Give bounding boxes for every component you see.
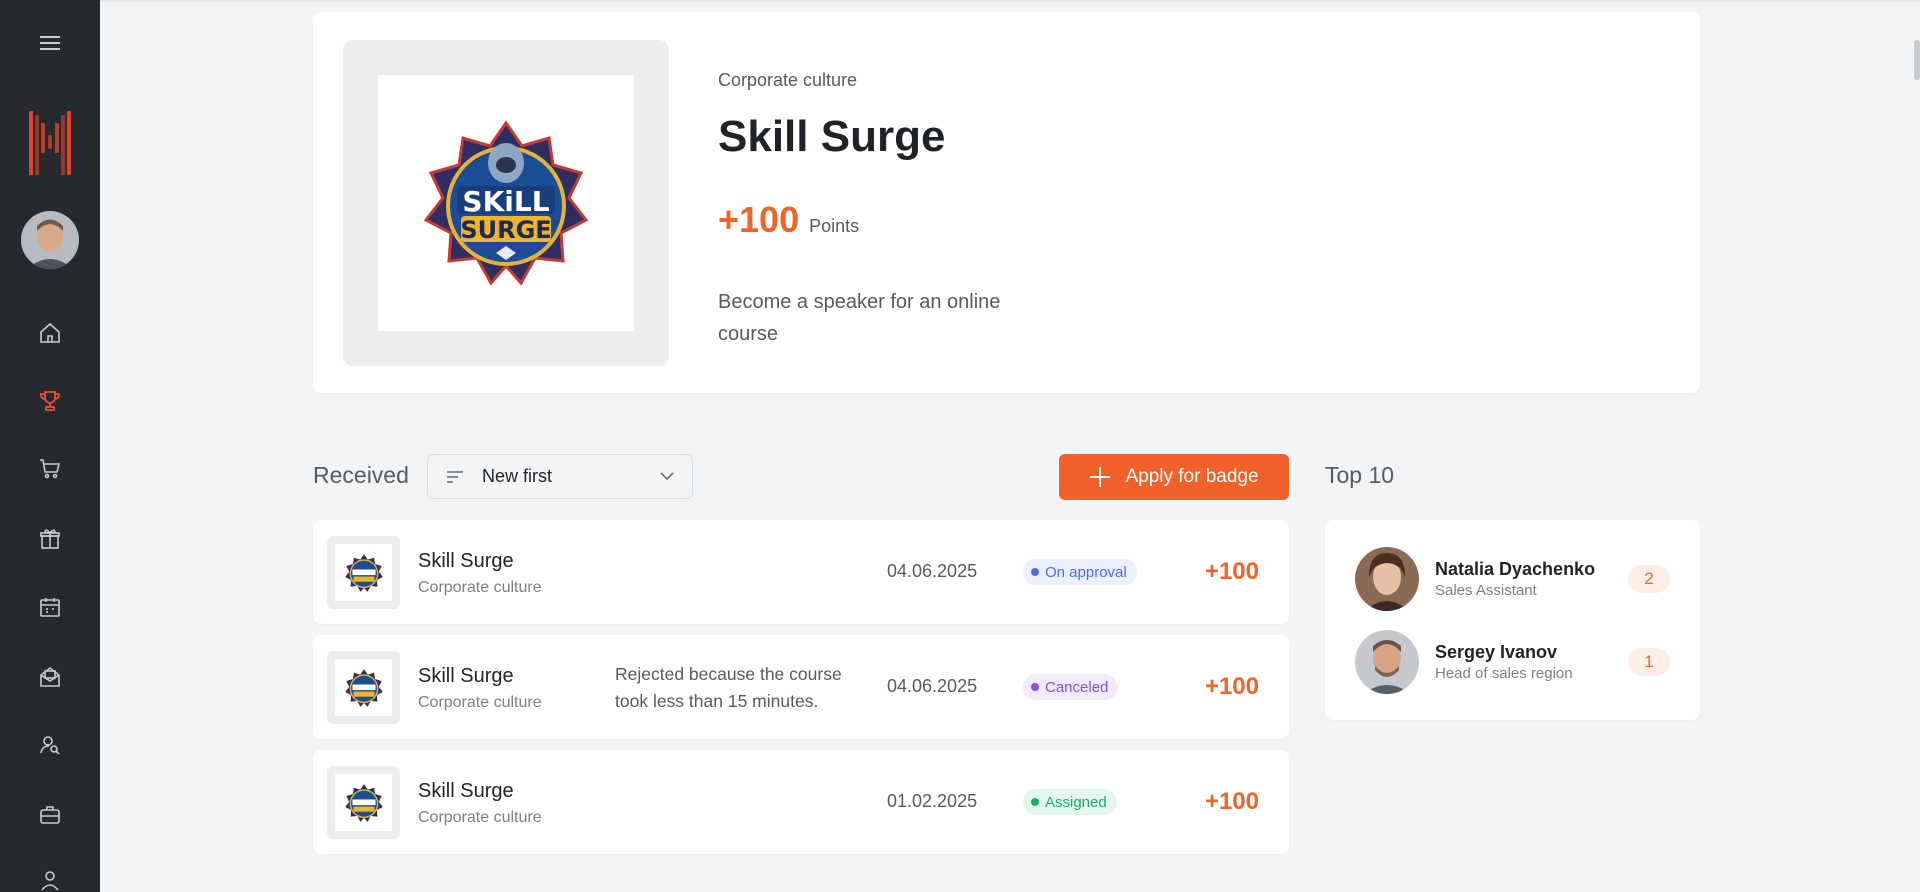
skill-surge-logo <box>344 668 383 707</box>
chevron-down-icon <box>660 472 674 481</box>
calendar-icon[interactable] <box>0 594 100 620</box>
apply-for-badge-button[interactable]: Apply for badge <box>1059 454 1289 500</box>
badge-points-value: +100 <box>718 199 800 240</box>
row-date: 01.02.2025 <box>887 791 978 811</box>
row-title: Skill Surge <box>418 550 514 572</box>
received-row[interactable]: Skill Surge Corporate culture 04.06.2025… <box>313 520 1289 624</box>
row-thumbnail <box>327 766 400 839</box>
status-badge: Assigned <box>1023 789 1117 815</box>
top10-name: Sergey Ivanov <box>1435 642 1558 662</box>
received-row[interactable]: Skill Surge Corporate culture Rejected b… <box>313 635 1289 739</box>
plus-icon <box>1090 467 1111 487</box>
apply-for-badge-label: Apply for badge <box>1125 466 1259 487</box>
sort-value: New first <box>482 466 553 486</box>
gift-icon[interactable] <box>0 526 100 552</box>
top10-rank: 1 <box>1628 648 1670 676</box>
row-category: Corporate culture <box>418 579 542 596</box>
avatar[interactable] <box>0 210 100 270</box>
menu-icon[interactable] <box>0 28 100 58</box>
skill-surge-logo <box>344 553 383 592</box>
sort-select[interactable]: New first <box>427 454 693 499</box>
logo[interactable] <box>0 110 100 176</box>
avatar <box>1355 630 1419 694</box>
status-badge: Canceled <box>1023 674 1119 700</box>
mail-icon[interactable] <box>0 664 100 690</box>
row-title: Skill Surge <box>418 665 514 687</box>
row-title: Skill Surge <box>418 780 514 802</box>
top10-item[interactable]: Sergey Ivanov Head of sales region 1 <box>1355 630 1670 694</box>
badge-title: Skill Surge <box>718 112 946 161</box>
row-date: 04.06.2025 <box>887 561 978 581</box>
received-row[interactable]: Skill Surge Corporate culture 01.02.2025… <box>313 750 1289 854</box>
row-points: +100 <box>1204 558 1259 585</box>
row-category: Corporate culture <box>418 809 542 826</box>
user-icon[interactable] <box>0 868 100 892</box>
badge-points-label: Points <box>809 216 860 236</box>
row-points: +100 <box>1204 673 1259 700</box>
top10-role: Sales Assistant <box>1435 582 1537 599</box>
received-title: Received <box>313 462 409 488</box>
skill-surge-logo: SKiLL SURGE <box>423 120 589 286</box>
badge-category: Corporate culture <box>718 70 858 90</box>
trophy-icon[interactable] <box>0 388 100 414</box>
status-label: Canceled <box>1045 678 1109 696</box>
home-icon[interactable] <box>0 320 100 346</box>
row-points: +100 <box>1204 788 1259 815</box>
row-thumbnail <box>327 651 400 724</box>
top10-title: Top 10 <box>1325 462 1395 488</box>
badge-image-frame: SKiLL SURGE <box>343 40 669 366</box>
svg-text:SKiLL: SKiLL <box>462 185 549 218</box>
row-rejection-note: Rejected because the course took less th… <box>615 664 842 711</box>
top10-role: Head of sales region <box>1435 665 1573 682</box>
top10-rank: 2 <box>1628 565 1670 593</box>
sidebar <box>0 0 100 892</box>
briefcase-icon[interactable] <box>0 802 100 828</box>
svg-text:SURGE: SURGE <box>460 216 551 244</box>
row-date: 04.06.2025 <box>887 676 978 696</box>
row-category: Corporate culture <box>418 694 542 711</box>
avatar <box>1355 547 1419 611</box>
top10-item[interactable]: Natalia Dyachenko Sales Assistant 2 <box>1355 547 1670 611</box>
status-label: Assigned <box>1045 793 1107 811</box>
badge-points: +100 Points <box>718 199 859 241</box>
sort-icon <box>447 470 463 483</box>
user-search-icon[interactable] <box>0 732 100 758</box>
top10-name: Natalia Dyachenko <box>1435 559 1596 579</box>
status-label: On approval <box>1045 563 1127 581</box>
scrollbar[interactable] <box>1914 40 1920 80</box>
top10-card: Natalia Dyachenko Sales Assistant 2 Serg… <box>1325 520 1700 720</box>
status-badge: On approval <box>1023 559 1137 585</box>
top-divider <box>100 0 1920 2</box>
cart-icon[interactable] <box>0 456 100 482</box>
skill-surge-logo <box>344 783 383 822</box>
badge-description: Become a speaker for an online course <box>718 291 1001 345</box>
row-thumbnail <box>327 536 400 609</box>
badge-detail-card: SKiLL SURGE Corporate culture Skill Surg… <box>313 12 1700 393</box>
badge-image: SKiLL SURGE <box>378 75 634 331</box>
